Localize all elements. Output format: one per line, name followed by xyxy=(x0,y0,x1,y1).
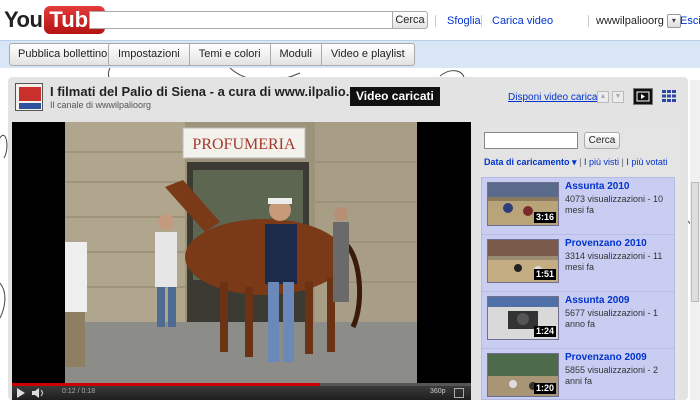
fullscreen-icon[interactable] xyxy=(454,388,464,398)
video-thumbnail[interactable]: 3:16 xyxy=(487,182,559,226)
search-input[interactable] xyxy=(89,11,393,29)
grid-view-icon[interactable] xyxy=(662,90,676,102)
divider xyxy=(481,15,482,27)
sort-options: Data di caricamento ▾ | I più visti | I … xyxy=(484,157,667,168)
list-item[interactable]: 1:20 Provenzano 2009 5855 visualizzazion… xyxy=(482,349,674,399)
logo-you-text: You xyxy=(4,7,43,32)
play-icon[interactable] xyxy=(16,388,26,398)
divider xyxy=(435,15,436,27)
sort-most-viewed[interactable]: I più visti xyxy=(584,157,619,167)
user-account-menu[interactable]: wwwilpalioorg ▾ xyxy=(596,13,681,29)
search-button[interactable]: Cerca xyxy=(392,11,428,29)
page-scrollbar[interactable] xyxy=(690,80,700,400)
arrange-uploads-link[interactable]: Disponi video caricati xyxy=(508,92,603,103)
player-controls: 0:12 / 0:18 360p xyxy=(12,386,471,400)
channel-avatar[interactable] xyxy=(15,83,43,111)
tab-settings[interactable]: Impostazioni xyxy=(108,43,190,66)
video-title[interactable]: Provenzano 2010 xyxy=(565,238,647,249)
video-title[interactable]: Assunta 2009 xyxy=(565,295,629,306)
channel-subtitle: Il canale di wwwilpalioorg xyxy=(50,100,152,110)
uploaded-videos-label: Video caricati xyxy=(350,87,440,106)
list-item[interactable]: 1:51 Provenzano 2010 3314 visualizzazion… xyxy=(482,235,674,292)
browse-link[interactable]: Sfoglia xyxy=(447,15,481,27)
video-meta: 5855 visualizzazioni - 2 anni fa xyxy=(565,365,659,386)
sort-top-rated[interactable]: I più votati xyxy=(626,157,667,167)
channel-search-input[interactable] xyxy=(484,132,578,149)
scrollbar-thumb[interactable] xyxy=(691,182,699,302)
shop-sign-text: PROFUMERIA xyxy=(192,136,296,153)
video-thumbnail[interactable]: 1:51 xyxy=(487,239,559,283)
video-title[interactable]: Provenzano 2009 xyxy=(565,352,647,363)
top-bar: You Tube Cerca Sfoglia Carica video wwwi… xyxy=(0,0,700,40)
tab-modules[interactable]: Moduli xyxy=(270,43,322,66)
channel-editor-bar: Pubblica bollettino Impostazioni Temi e … xyxy=(0,40,700,68)
video-thumbnail[interactable]: 1:24 xyxy=(487,296,559,340)
arrow-down-icon[interactable]: ▼ xyxy=(612,91,624,103)
quality-button[interactable]: 360p xyxy=(430,388,446,395)
list-item[interactable]: 1:24 Assunta 2009 5677 visualizzazioni -… xyxy=(482,292,674,349)
editor-tabs: Impostazioni Temi e colori Moduli Video … xyxy=(108,43,415,66)
divider xyxy=(588,15,589,27)
upload-link[interactable]: Carica video xyxy=(492,15,553,27)
channel-header: I filmati del Palio di Siena - a cura di… xyxy=(8,77,688,117)
channel-search-button[interactable]: Cerca xyxy=(584,132,620,149)
player-view-icon[interactable] xyxy=(633,88,653,105)
tab-themes-colors[interactable]: Temi e colori xyxy=(189,43,271,66)
video-meta: 5677 visualizzazioni - 1 anno fa xyxy=(565,308,659,329)
uploads-panel: Cerca Data di caricamento ▾ | I più vist… xyxy=(476,122,684,400)
video-thumbnail[interactable]: 1:20 xyxy=(487,353,559,397)
video-duration: 1:51 xyxy=(533,269,556,280)
video-duration: 3:16 xyxy=(533,212,556,223)
video-duration: 1:24 xyxy=(533,326,556,337)
video-time: 0:12 / 0:18 xyxy=(62,388,96,395)
channel-title: I filmati del Palio di Siena - a cura di… xyxy=(50,84,371,99)
volume-icon[interactable] xyxy=(32,388,46,398)
sort-upload-date[interactable]: Data di caricamento xyxy=(484,157,570,167)
video-meta: 4073 visualizzazioni - 10 mesi fa xyxy=(565,194,664,215)
arrow-up-icon[interactable]: ▲ xyxy=(597,91,609,103)
video-player[interactable]: PROFUMERIA 0:12 / 0:18 360p xyxy=(12,122,471,400)
video-meta: 3314 visualizzazioni - 11 mesi fa xyxy=(565,251,663,272)
chevron-down-icon[interactable]: ▾ xyxy=(666,14,681,28)
video-duration: 1:20 xyxy=(533,383,556,394)
tab-videos-playlists[interactable]: Video e playlist xyxy=(321,43,415,66)
list-item[interactable]: 3:16 Assunta 2010 4073 visualizzazioni -… xyxy=(482,178,674,235)
publish-bulletin-button[interactable]: Pubblica bollettino xyxy=(9,43,117,66)
username: wwwilpalioorg xyxy=(596,15,664,27)
video-title[interactable]: Assunta 2010 xyxy=(565,181,629,192)
caret-down-icon[interactable]: ▾ xyxy=(572,157,577,167)
signout-link[interactable]: Esci xyxy=(680,15,700,27)
video-list: 3:16 Assunta 2010 4073 visualizzazioni -… xyxy=(481,177,675,400)
video-frame[interactable]: PROFUMERIA xyxy=(65,122,417,386)
